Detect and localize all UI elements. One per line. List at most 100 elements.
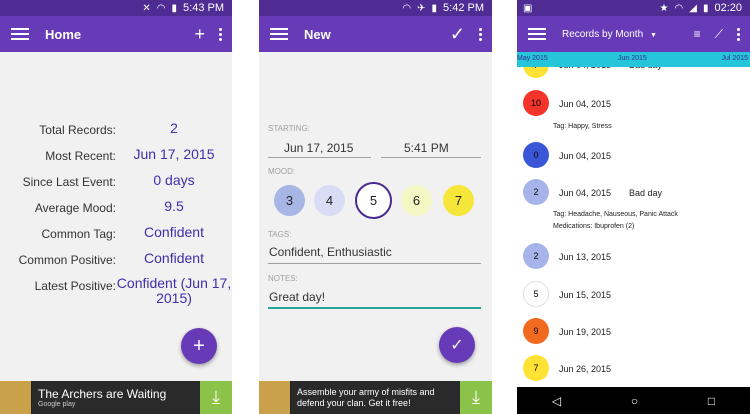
status-bar: ▣ ★ ◠ ◢ ▮ 02:20 <box>517 0 750 16</box>
stat-row: Common Positive: Confident <box>0 248 232 274</box>
record-date: Jun 19, 2015 <box>559 327 612 337</box>
check-icon[interactable]: ✓ <box>450 25 465 43</box>
mood-circle: 2 <box>523 243 549 269</box>
record-tags: Tag: Headache, Nauseous, Panic Attack <box>553 211 678 218</box>
stats-list: Total Records: 2 Most Recent: Jun 17, 20… <box>0 118 232 310</box>
record-row[interactable]: 5 Jun 15, 2015 <box>517 281 750 311</box>
mute-icon: ✕ <box>142 2 151 14</box>
record-date: Jun 13, 2015 <box>559 252 612 262</box>
stat-row: Common Tag: Confident <box>0 222 232 248</box>
notes-input[interactable]: Great day! <box>269 290 325 304</box>
page-title: Home <box>45 26 82 42</box>
tags-label: TAGS: <box>268 230 292 239</box>
add-icon[interactable]: + <box>194 25 205 43</box>
status-time: 5:42 PM <box>443 2 484 14</box>
stat-row: Total Records: 2 <box>0 118 232 144</box>
mood-option[interactable]: 3 <box>274 185 305 216</box>
record-note: Bad day <box>629 188 663 198</box>
stat-label: Common Positive: <box>18 253 116 267</box>
home-screen: ✕ ◠ ▮ 5:43 PM Home + Total Records: 2 Mo… <box>0 0 232 414</box>
new-record-screen: ◠ ✈ ▮ 5:42 PM New ✓ STARTING: Jun 17, 20… <box>259 0 492 414</box>
ad-banner[interactable]: Assemble your army of misfits and defend… <box>259 381 492 414</box>
dropdown-arrow-icon: ▼ <box>649 31 657 39</box>
add-record-button[interactable]: + <box>181 328 217 364</box>
record-row[interactable]: 2 Jun 04, 2015 Bad day Tag: Headache, Na… <box>517 179 750 237</box>
ad-thumbnail <box>0 381 32 414</box>
record-date: Jun 04, 2015 <box>559 188 612 198</box>
tags-input[interactable]: Confident, Enthusiastic <box>269 245 392 259</box>
tab-may-2015[interactable]: May 2015 <box>517 55 548 62</box>
date-picker[interactable]: Jun 17, 2015 <box>284 141 353 155</box>
view-selector[interactable]: Records by Month ▼ <box>562 29 694 40</box>
record-row[interactable]: 10 Jun 04, 2015 Tag: Happy, Stress <box>517 90 750 134</box>
menu-icon[interactable] <box>11 28 29 40</box>
filter-icon[interactable]: ≡ <box>694 28 701 40</box>
record-date: Jun 15, 2015 <box>559 290 612 300</box>
app-bar: New ✓ <box>259 16 492 52</box>
mood-option-selected[interactable]: 5 <box>355 182 392 219</box>
system-nav-bar: ◁ ○ □ <box>517 387 750 414</box>
ad-banner[interactable]: The Archers are Waiting Google play ⤓ <box>0 381 232 414</box>
mood-circle: 0 <box>523 142 549 168</box>
ad-title: The Archers are Waiting <box>38 387 167 401</box>
mood-option[interactable]: 7 <box>443 185 474 216</box>
stat-row: Latest Positive: Confident (Jun 17, 2015… <box>0 274 232 310</box>
app-bar: Home + <box>0 16 232 52</box>
tab-jul-2015[interactable]: Jul 2015 <box>722 55 748 62</box>
time-picker[interactable]: 5:41 PM <box>404 141 449 155</box>
battery-icon: ▮ <box>431 2 438 14</box>
mood-value: 5 <box>369 193 378 208</box>
record-date: Jun 04, 2015 <box>559 99 612 109</box>
mood-value: 2 <box>533 187 539 197</box>
stat-value: Confident <box>144 250 204 266</box>
tab-jun-2015[interactable]: Jun 2015 <box>618 55 647 62</box>
status-bar: ◠ ✈ ▮ 5:42 PM <box>259 0 492 16</box>
view-selector-label: Records by Month <box>562 28 644 40</box>
record-row[interactable]: 2 Jun 13, 2015 <box>517 243 750 273</box>
ad-title: Assemble your army of misfits and defend… <box>297 386 435 408</box>
status-time: 02:20 <box>714 2 742 14</box>
back-icon[interactable]: ◁ <box>552 394 561 408</box>
more-options-icon[interactable] <box>737 27 740 41</box>
signal-icon: ◢ <box>689 2 697 14</box>
battery-icon: ▮ <box>702 2 709 14</box>
record-row[interactable]: 0 Jun 04, 2015 <box>517 142 750 172</box>
chart-icon[interactable]: ⟋ <box>715 28 723 40</box>
mood-circle: 7 <box>523 355 549 381</box>
stat-value: Jun 17, 2015 <box>133 146 215 162</box>
home-icon[interactable]: ○ <box>631 394 638 408</box>
tags-underline <box>268 263 481 264</box>
stat-row: Most Recent: Jun 17, 2015 <box>0 144 232 170</box>
record-medications: Medications: Ibuprofen (2) <box>553 223 635 230</box>
download-icon[interactable]: ⤓ <box>200 381 232 414</box>
stat-value: Confident <box>144 224 204 240</box>
record-date: Jun 26, 2015 <box>559 364 612 374</box>
plus-icon: + <box>193 334 205 357</box>
mood-value: 10 <box>530 98 541 108</box>
record-row[interactable]: 7 Jun 26, 2015 <box>517 355 750 385</box>
stat-row: Average Mood: 9.5 <box>0 196 232 222</box>
mood-value: 6 <box>412 193 421 208</box>
recents-icon[interactable]: □ <box>708 394 715 408</box>
record-tags: Tag: Happy, Stress <box>553 123 612 130</box>
time-underline <box>381 157 481 158</box>
menu-icon[interactable] <box>528 28 546 40</box>
wifi-icon: ◠ <box>674 2 684 14</box>
check-icon: ✓ <box>450 337 464 354</box>
mood-value: 7 <box>533 363 539 373</box>
star-icon: ★ <box>659 2 669 14</box>
mood-option[interactable]: 6 <box>401 185 432 216</box>
notes-label: NOTES: <box>268 274 298 283</box>
download-icon[interactable]: ⤓ <box>460 381 492 414</box>
notification-icon: ▣ <box>523 2 533 14</box>
menu-icon[interactable] <box>270 28 288 40</box>
mood-option[interactable]: 4 <box>314 185 345 216</box>
record-row[interactable]: 9 Jun 19, 2015 <box>517 318 750 348</box>
battery-icon: ▮ <box>171 2 178 14</box>
more-options-icon[interactable] <box>479 27 482 41</box>
save-record-button[interactable]: ✓ <box>439 327 475 363</box>
page-title: New <box>304 26 331 42</box>
more-options-icon[interactable] <box>219 27 222 41</box>
mood-value: 4 <box>325 193 334 208</box>
ad-subtitle: Google play <box>38 401 76 408</box>
